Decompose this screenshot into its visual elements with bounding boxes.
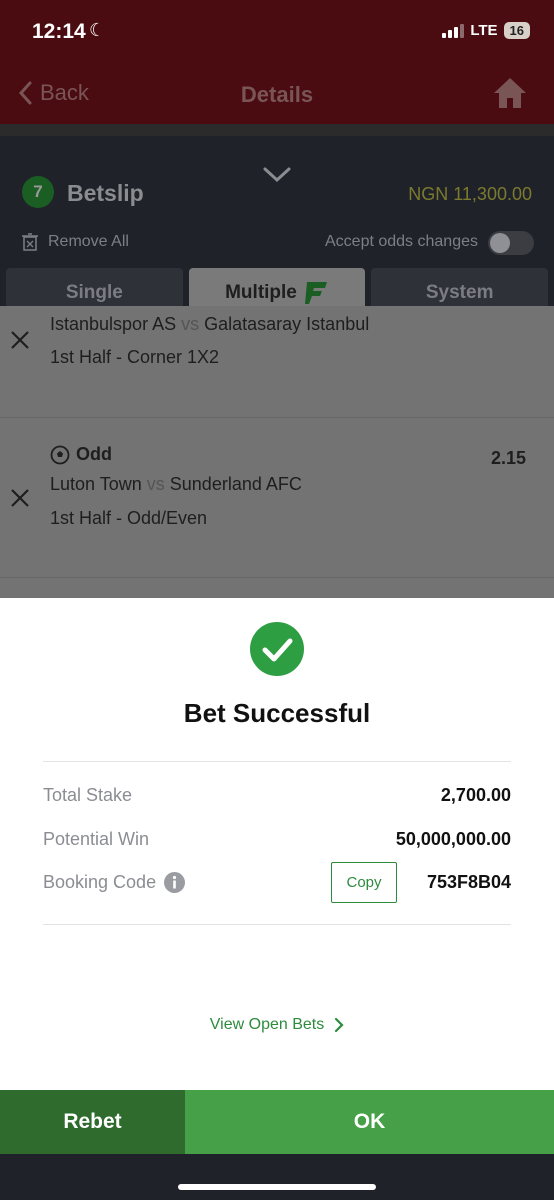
info-icon[interactable] [164, 872, 186, 893]
away-team: Sunderland AFC [169, 474, 302, 494]
vs-label: vs [181, 314, 200, 334]
accept-odds-toggle[interactable] [488, 231, 534, 255]
list-item: Istanbulspor AS vs Galatasaray Istanbul … [0, 306, 554, 418]
divider [43, 761, 511, 762]
view-open-bets-label: View Open Bets [209, 1016, 325, 1033]
system-home-bar [0, 1154, 554, 1200]
booking-code-row: Booking Code [43, 872, 186, 893]
success-title: Bet Successful [183, 698, 371, 728]
view-open-bets-link[interactable]: View Open Bets [0, 1016, 554, 1034]
battery-icon: 16 [503, 22, 530, 39]
rebet-button[interactable]: Rebet [0, 1090, 185, 1154]
away-team: Galatasaray Istanbul [204, 314, 370, 334]
betslip-panel: 7 Betslip NGN 11,300.00 Remove All Accep… [0, 124, 554, 318]
signal-icon [442, 23, 465, 38]
chevron-right-icon [335, 1017, 344, 1033]
bet-list: Istanbulspor AS vs Galatasaray Istanbul … [0, 306, 554, 598]
booking-code-value: 753F8B04 [426, 872, 511, 892]
selection: Odd [50, 444, 112, 465]
odds-value: 2.15 [490, 448, 526, 468]
check-circle-icon [250, 622, 304, 676]
page-title: Details [240, 82, 314, 107]
total-stake-label: Total Stake [43, 785, 133, 805]
betslip-title: Betslip [67, 180, 144, 206]
chevron-down-icon[interactable] [262, 166, 292, 184]
status-time: 12:14 [32, 20, 86, 43]
home-team: Istanbulspor AS [50, 314, 177, 334]
home-icon[interactable] [492, 76, 528, 110]
flexibet-logo-icon [304, 282, 327, 304]
app-header: Back Details [0, 66, 554, 124]
status-bar: 12:14 ☾ LTE 16 [0, 0, 554, 66]
network-type: LTE [470, 22, 498, 39]
soccer-ball-icon [50, 445, 70, 464]
market-name: 1st Half - Odd/Even [50, 508, 208, 528]
toggle-knob [490, 233, 510, 253]
remove-all-label: Remove All [48, 233, 129, 250]
ok-button[interactable]: OK [185, 1090, 554, 1154]
betslip-total: NGN 11,300.00 [408, 184, 532, 204]
accept-odds-label: Accept odds changes [325, 233, 478, 250]
vs-label: vs [146, 474, 165, 494]
list-item: Odd 2.15 Luton Town vs Sunderland AFC 1s… [0, 418, 554, 578]
total-stake-value: 2,700.00 [440, 785, 511, 805]
market-name: 1st Half - Corner 1X2 [50, 347, 220, 367]
home-team: Luton Town [50, 474, 142, 494]
close-icon[interactable] [10, 330, 30, 350]
status-indicators: LTE 16 [442, 22, 530, 39]
tab-system-label: System [425, 282, 494, 303]
booking-code-label: Booking Code [43, 872, 157, 892]
bet-success-sheet: Bet Successful Total Stake 2,700.00 Pote… [0, 598, 554, 1090]
match-teams: Istanbulspor AS vs Galatasaray Istanbul [50, 314, 369, 335]
divider [43, 924, 511, 925]
home-indicator[interactable] [178, 1184, 376, 1190]
match-teams: Luton Town vs Sunderland AFC [50, 474, 302, 495]
potential-win-label: Potential Win [43, 829, 150, 849]
potential-win-value: 50,000,000.00 [395, 829, 511, 849]
moon-icon: ☾ [89, 20, 106, 40]
remove-all-button[interactable]: Remove All [22, 233, 129, 251]
selection-name: Odd [76, 444, 112, 464]
tab-single-label: Single [65, 282, 123, 303]
tab-multiple-label: Multiple [225, 282, 297, 303]
trash-icon [22, 233, 38, 251]
copy-button[interactable]: Copy [331, 862, 397, 903]
betslip-count-badge: 7 [22, 176, 54, 208]
close-icon[interactable] [10, 488, 30, 508]
